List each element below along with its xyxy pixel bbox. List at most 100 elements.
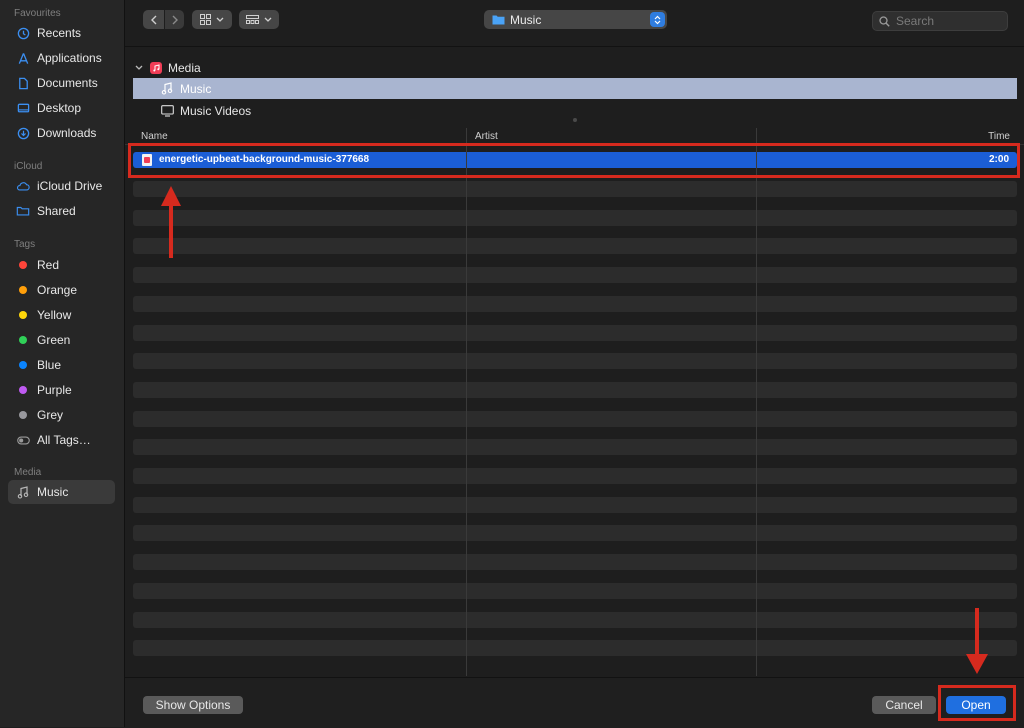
sidebar-item-label: Music [37,485,69,499]
empty-row [133,525,1017,541]
icon-grid-icon [200,14,211,25]
yellow-dot-icon [19,311,27,319]
tree-item-media[interactable]: Media [135,57,1015,78]
tree-item-music[interactable]: Music [133,78,1017,99]
column-time-header[interactable]: Time [988,131,1010,142]
chevron-left-icon [150,15,156,24]
highlight-box-open [938,685,1016,721]
sidebar-tag-orange[interactable]: Orange [8,278,115,302]
sidebar-item-label: Grey [37,408,64,422]
sidebar-item-desktop[interactable]: Desktop [8,96,115,120]
view-mode-button[interactable] [192,10,232,29]
empty-row [133,640,1017,656]
sidebar-item-shared[interactable]: Shared [8,199,115,223]
cancel-button[interactable]: Cancel [872,696,936,714]
updown-chevron-icon [650,12,665,27]
empty-row [133,353,1017,369]
sidebar-tag-grey[interactable]: Grey [8,403,115,427]
purple-dot-icon [19,386,27,394]
sidebar-item-label: Desktop [37,101,82,115]
orange-dot-icon [19,286,27,294]
applications-icon [16,51,30,65]
sidebar: Favourites Recents Applications Document… [0,0,125,727]
sidebar-tag-all-tags[interactable]: All Tags… [8,428,115,452]
search-input[interactable] [894,13,998,29]
document-icon [16,76,30,90]
red-dot-icon [19,261,27,269]
toolbar: Music [125,0,1024,47]
green-dot-icon [19,336,27,344]
location-popup[interactable]: Music [484,10,667,29]
cloud-icon [16,179,30,193]
tags-title: Tags [14,239,36,250]
search-icon [879,15,890,27]
location-label: Music [510,12,542,27]
sidebar-item-label: Documents [37,76,98,90]
shared-folder-icon [16,204,30,218]
empty-row [133,296,1017,312]
blue-dot-icon [19,361,27,369]
sidebar-tag-yellow[interactable]: Yellow [8,303,115,327]
music-note-icon [16,485,30,499]
sidebar-item-label: Yellow [37,308,72,322]
empty-row [133,439,1017,455]
chevron-down-icon [216,17,224,22]
split-handle[interactable] [573,118,577,122]
sidebar-item-icloud-drive[interactable]: iCloud Drive [8,174,115,198]
sidebar-item-label: Shared [37,204,76,218]
blue-folder-icon [492,15,505,25]
sidebar-item-music[interactable]: Music [8,480,115,504]
music-note-icon [161,82,173,95]
search-field[interactable] [872,11,1008,31]
chevron-right-icon [172,15,178,24]
tv-icon [161,104,174,117]
download-icon [16,126,30,140]
group-by-button[interactable] [239,10,279,29]
sidebar-tag-purple[interactable]: Purple [8,378,115,402]
empty-row [133,583,1017,599]
media-title: Media [14,467,42,478]
sidebar-item-downloads[interactable]: Downloads [8,121,115,145]
sidebar-item-label: Applications [37,51,102,65]
column-header: Name Artist Time [125,128,1024,144]
sidebar-item-label: iCloud Drive [37,179,103,193]
tree-item-label: Music Videos [180,103,252,118]
empty-row [133,325,1017,341]
media-app-icon [150,61,162,74]
icloud-title: iCloud [14,161,43,172]
tree-item-label: Music [180,81,212,96]
column-divider [756,128,757,676]
footer: Show Options Cancel Open [125,677,1024,728]
group-grid-icon [246,14,259,24]
empty-row [133,554,1017,570]
sidebar-item-label: Downloads [37,126,97,140]
main-panel: Music Media Music Music Videos Name Arti… [125,0,1024,728]
empty-row [133,267,1017,283]
sidebar-item-label: Recents [37,26,82,40]
empty-row [133,210,1017,226]
sidebar-item-label: All Tags… [37,433,91,447]
favourites-title: Favourites [14,8,61,19]
sidebar-tag-green[interactable]: Green [8,328,115,352]
column-name-header[interactable]: Name [141,131,168,142]
grey-dot-icon [19,411,27,419]
tree-item-label: Media [168,60,201,75]
disclosure-chevron-icon [135,65,143,70]
sidebar-item-recents[interactable]: Recents [8,21,115,45]
column-artist-header[interactable]: Artist [475,131,498,142]
desktop-icon [16,101,30,115]
show-options-button[interactable]: Show Options [143,696,243,714]
sidebar-item-label: Green [37,333,71,347]
sidebar-tag-red[interactable]: Red [8,253,115,277]
highlight-box-file [128,143,1020,178]
sidebar-item-label: Red [37,258,60,272]
sidebar-tag-blue[interactable]: Blue [8,353,115,377]
empty-row [133,468,1017,484]
back-button[interactable] [143,10,164,29]
sidebar-item-label: Blue [37,358,62,372]
column-divider [466,128,467,676]
forward-button[interactable] [165,10,184,29]
sidebar-item-documents[interactable]: Documents [8,71,115,95]
empty-row [133,411,1017,427]
sidebar-item-applications[interactable]: Applications [8,46,115,70]
